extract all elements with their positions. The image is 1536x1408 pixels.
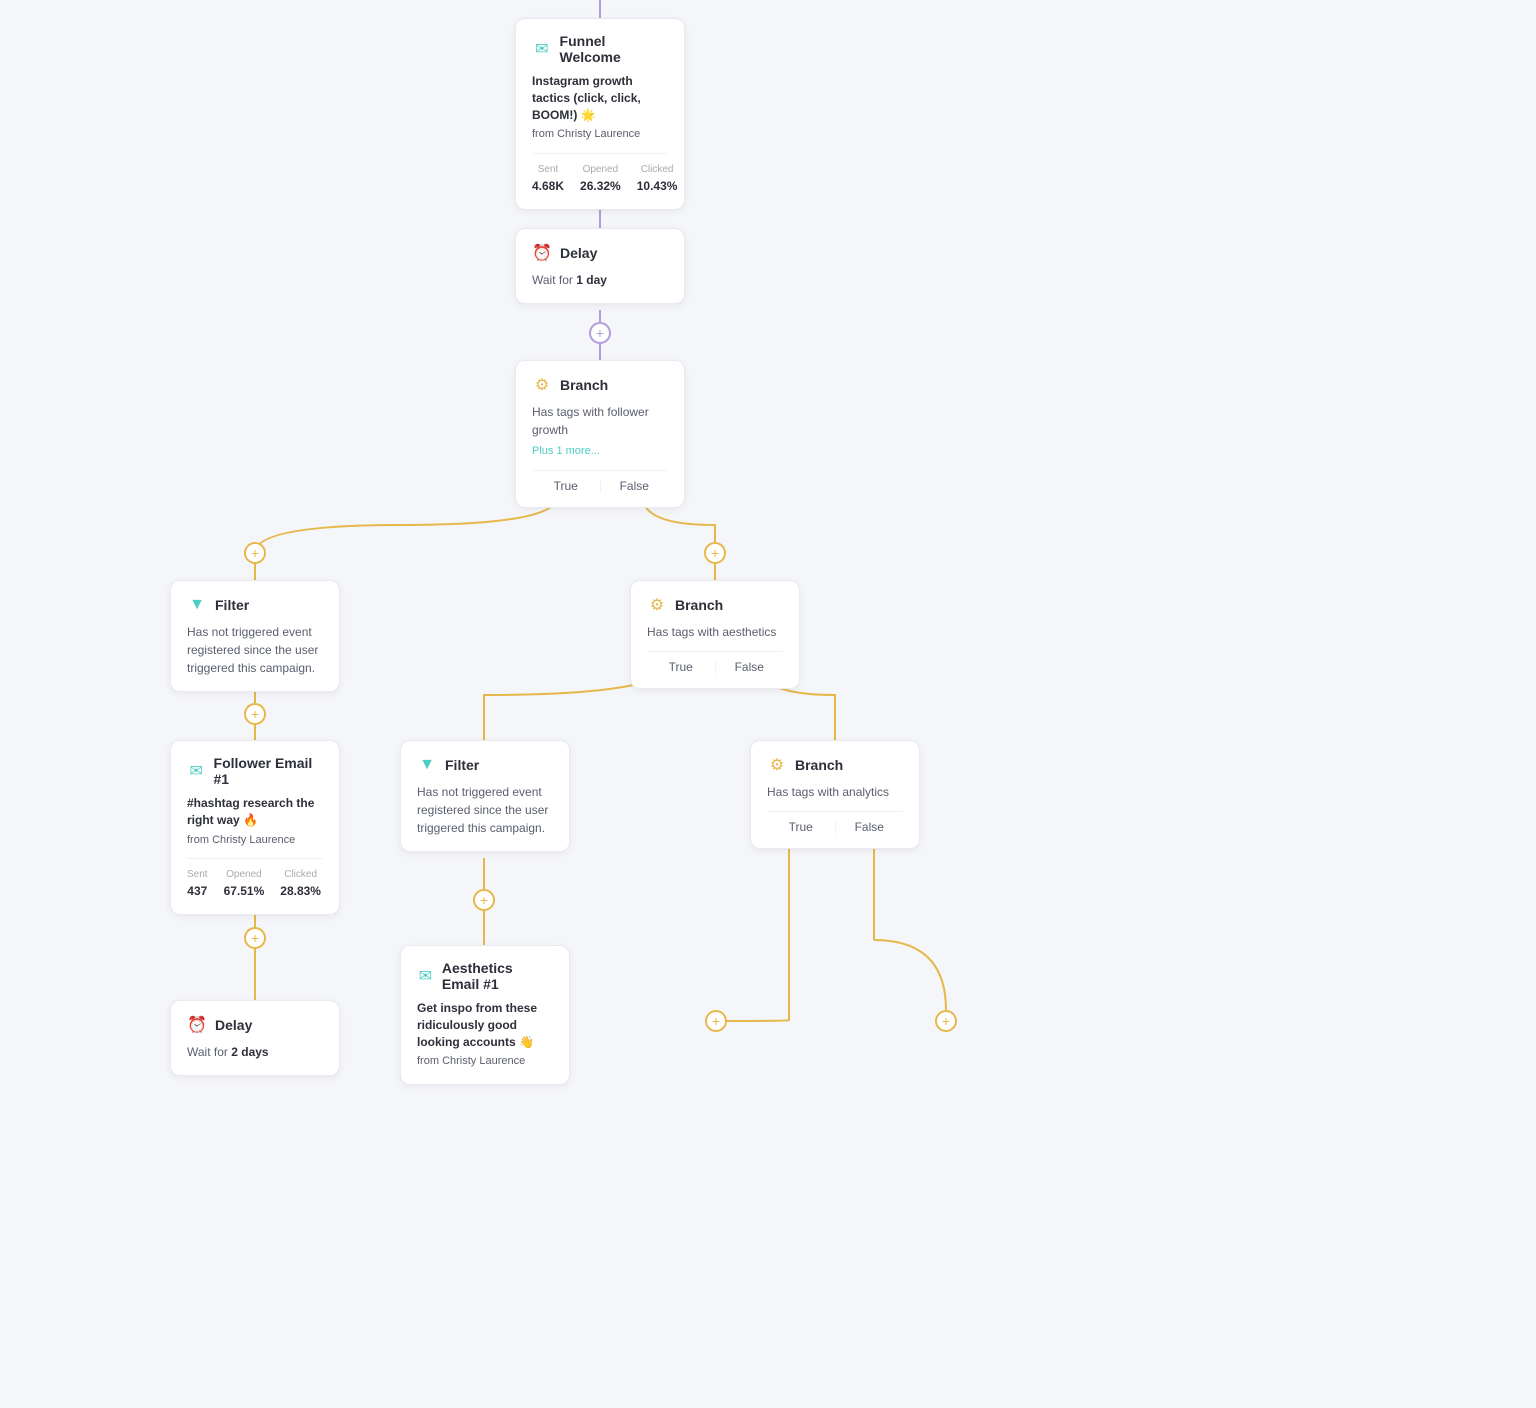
svg-text:+: + <box>712 1013 720 1029</box>
stat-opened: Opened 26.32% <box>580 162 621 195</box>
card-body: Has tags with follower growth Plus 1 mor… <box>532 403 668 460</box>
svg-text:+: + <box>251 706 259 722</box>
card-header: ▼ Filter <box>417 755 553 775</box>
true-option: True <box>647 660 716 674</box>
stat-sent: Sent 4.68K <box>532 162 564 195</box>
svg-text:+: + <box>251 545 259 561</box>
branch-options: True False <box>532 470 668 493</box>
card-title: Delay <box>560 245 597 261</box>
card-body: Instagram growth tactics (click, click, … <box>532 73 668 195</box>
branch2-card: ⚙ Branch Has tags with aesthetics True F… <box>630 580 800 689</box>
delay-icon: ⏰ <box>532 243 552 263</box>
card-title: Aesthetics Email #1 <box>442 960 553 992</box>
card-header: ⚙ Branch <box>767 755 903 775</box>
card-body: Wait for 2 days <box>187 1043 323 1061</box>
stat-clicked: Clicked 10.43% <box>637 162 678 195</box>
false-option: False <box>601 479 669 493</box>
stats-row: Sent 437 Opened 67.51% Clicked 28.83% <box>187 858 323 900</box>
email-icon: ✉ <box>532 39 552 59</box>
delay2-card: ⏰ Delay Wait for 2 days <box>170 1000 340 1076</box>
card-header: ▼ Filter <box>187 595 323 615</box>
false-option: False <box>836 820 904 834</box>
email-icon: ✉ <box>417 966 434 986</box>
true-option: True <box>767 820 836 834</box>
branch3-card: ⚙ Branch Has tags with analytics True Fa… <box>750 740 920 849</box>
delay1-card: ⏰ Delay Wait for 1 day <box>515 228 685 304</box>
card-from: from Christy Laurence <box>187 832 323 849</box>
stat-clicked: Clicked 28.83% <box>280 867 321 900</box>
stat-opened: Opened 67.51% <box>224 867 265 900</box>
card-header: ⏰ Delay <box>532 243 668 263</box>
branch-options: True False <box>767 811 903 834</box>
branch-options: True False <box>647 651 783 674</box>
funnel-welcome-card: ✉ Funnel Welcome Instagram growth tactic… <box>515 18 685 210</box>
card-header: ✉ Funnel Welcome <box>532 33 668 65</box>
connector-lines: + + + + + + <box>0 0 1536 1408</box>
true-option: True <box>532 479 601 493</box>
card-title: Filter <box>215 597 249 613</box>
workflow-canvas: + + + + + + <box>0 0 1536 1408</box>
filter2-card: ▼ Filter Has not triggered event registe… <box>400 740 570 852</box>
branch-icon: ⚙ <box>532 375 552 395</box>
svg-text:+: + <box>480 892 488 908</box>
svg-text:+: + <box>596 325 604 341</box>
stats-row: Sent 4.68K Opened 26.32% Clicked 10.43% <box>532 153 668 195</box>
card-body: Wait for 1 day <box>532 271 668 289</box>
card-title: Branch <box>675 597 723 613</box>
card-header: ⚙ Branch <box>647 595 783 615</box>
aesthetics-email-card: ✉ Aesthetics Email #1 Get inspo from the… <box>400 945 570 1085</box>
card-header: ✉ Aesthetics Email #1 <box>417 960 553 992</box>
email-subject: #hashtag research the right way 🔥 <box>187 795 323 829</box>
filter-icon: ▼ <box>417 755 437 775</box>
card-body: #hashtag research the right way 🔥 from C… <box>187 795 323 900</box>
filter1-card: ▼ Filter Has not triggered event registe… <box>170 580 340 692</box>
card-from: from Christy Laurence <box>417 1053 553 1070</box>
branch1-card: ⚙ Branch Has tags with follower growth P… <box>515 360 685 508</box>
card-header: ⚙ Branch <box>532 375 668 395</box>
branch-icon: ⚙ <box>647 595 667 615</box>
branch-icon: ⚙ <box>767 755 787 775</box>
card-header: ✉ Follower Email #1 <box>187 755 323 787</box>
stat-sent: Sent 437 <box>187 867 208 900</box>
false-option: False <box>716 660 784 674</box>
card-title: Funnel Welcome <box>560 33 668 65</box>
card-body: Has tags with aesthetics <box>647 623 783 641</box>
filter-icon: ▼ <box>187 595 207 615</box>
card-title: Filter <box>445 757 479 773</box>
card-title: Branch <box>560 377 608 393</box>
svg-text:+: + <box>251 930 259 946</box>
svg-text:+: + <box>711 545 719 561</box>
card-title: Follower Email #1 <box>214 755 323 787</box>
email-icon: ✉ <box>187 761 206 781</box>
card-header: ⏰ Delay <box>187 1015 323 1035</box>
email-subject: Get inspo from these ridiculously good l… <box>417 1000 553 1050</box>
card-title: Branch <box>795 757 843 773</box>
card-body: Has not triggered event registered since… <box>417 783 553 837</box>
card-title: Delay <box>215 1017 252 1033</box>
card-from: from Christy Laurence <box>532 126 668 143</box>
card-body: Get inspo from these ridiculously good l… <box>417 1000 553 1070</box>
svg-text:+: + <box>942 1013 950 1029</box>
email-subject: Instagram growth tactics (click, click, … <box>532 73 668 123</box>
delay-icon: ⏰ <box>187 1015 207 1035</box>
card-body: Has not triggered event registered since… <box>187 623 323 677</box>
card-body: Has tags with analytics <box>767 783 903 801</box>
follower-email-card: ✉ Follower Email #1 #hashtag research th… <box>170 740 340 915</box>
